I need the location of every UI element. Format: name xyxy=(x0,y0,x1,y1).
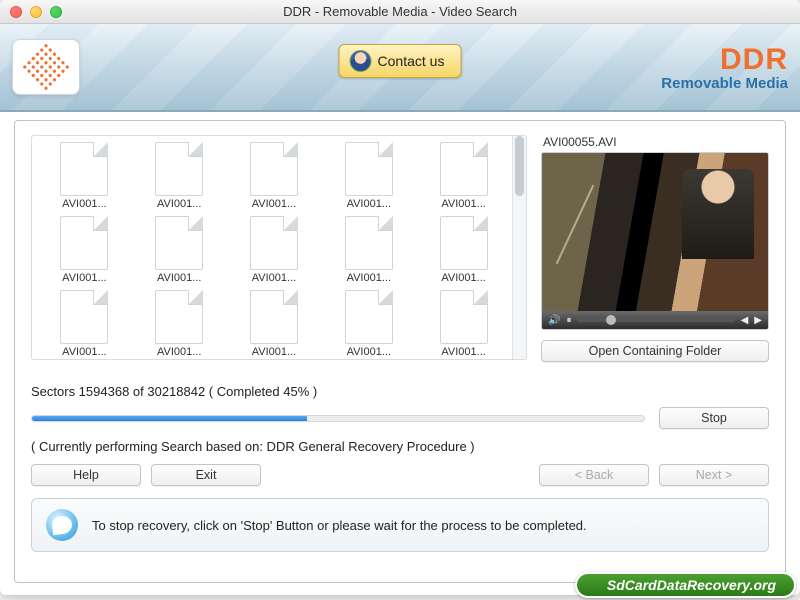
stop-button[interactable]: Stop xyxy=(659,407,769,429)
file-item[interactable]: AVI001... xyxy=(230,290,319,358)
file-icon xyxy=(440,142,488,196)
file-icon xyxy=(440,290,488,344)
file-item[interactable]: AVI001... xyxy=(324,290,413,358)
file-name: AVI001... xyxy=(135,198,224,210)
brand-block: DDR Removable Media xyxy=(661,43,788,92)
file-item[interactable]: AVI001... xyxy=(135,216,224,284)
open-containing-folder-button[interactable]: Open Containing Folder xyxy=(541,340,769,362)
file-icon xyxy=(345,290,393,344)
file-scrollbar[interactable] xyxy=(512,136,526,359)
file-name: AVI001... xyxy=(419,198,508,210)
minimize-icon[interactable] xyxy=(30,6,42,18)
next-button[interactable]: Next > xyxy=(659,464,769,486)
file-name: AVI001... xyxy=(230,346,319,358)
file-name: AVI001... xyxy=(40,272,129,284)
file-item[interactable]: AVI001... xyxy=(135,142,224,210)
file-icon xyxy=(345,216,393,270)
file-item[interactable]: AVI001... xyxy=(230,216,319,284)
bottom-buttons: Help Exit < Back Next > xyxy=(31,464,769,486)
back-button[interactable]: < Back xyxy=(539,464,649,486)
file-name: AVI001... xyxy=(324,198,413,210)
file-item[interactable]: AVI001... xyxy=(419,216,508,284)
file-item[interactable]: AVI001... xyxy=(230,142,319,210)
file-item[interactable]: AVI001... xyxy=(40,142,129,210)
file-icon xyxy=(60,142,108,196)
titlebar: DDR - Removable Media - Video Search xyxy=(0,0,800,24)
status-line: ( Currently performing Search based on: … xyxy=(31,439,769,454)
file-name: AVI001... xyxy=(135,272,224,284)
video-controls: 🔊 ⏸ ◀ ▶ xyxy=(542,311,768,329)
file-icon xyxy=(60,290,108,344)
file-item[interactable]: AVI001... xyxy=(135,290,224,358)
file-icon xyxy=(155,290,203,344)
progress-bar xyxy=(31,415,645,422)
info-icon xyxy=(46,509,78,541)
file-name: AVI001... xyxy=(40,198,129,210)
header-band: Contact us DDR Removable Media xyxy=(0,24,800,112)
brand-sub: Removable Media xyxy=(661,75,788,92)
hint-text: To stop recovery, click on 'Stop' Button… xyxy=(92,518,587,533)
scrollbar-thumb[interactable] xyxy=(515,136,524,196)
preview-box: 🔊 ⏸ ◀ ▶ xyxy=(541,152,769,330)
zoom-icon[interactable] xyxy=(50,6,62,18)
preview-filename: AVI00055.AVI xyxy=(541,135,769,149)
app-logo xyxy=(12,39,80,95)
next-icon[interactable]: ▶ xyxy=(754,315,762,326)
file-icon xyxy=(250,290,298,344)
file-icon xyxy=(345,142,393,196)
file-icon xyxy=(250,142,298,196)
file-item[interactable]: AVI001... xyxy=(419,290,508,358)
exit-button[interactable]: Exit xyxy=(151,464,261,486)
file-item[interactable]: AVI001... xyxy=(40,216,129,284)
file-name: AVI001... xyxy=(230,198,319,210)
brand-main: DDR xyxy=(661,43,788,77)
seek-bar[interactable] xyxy=(577,318,734,322)
contact-us-button[interactable]: Contact us xyxy=(339,44,462,78)
progress-section: Sectors 1594368 of 30218842 ( Completed … xyxy=(31,384,769,454)
file-name: AVI001... xyxy=(230,272,319,284)
file-name: AVI001... xyxy=(324,272,413,284)
body-area: AVI001... AVI001... AVI001... AVI001... AVI0… xyxy=(14,120,786,583)
pause-icon[interactable]: ⏸ xyxy=(566,315,571,326)
prev-icon[interactable]: ◀ xyxy=(741,315,749,326)
file-icon xyxy=(155,216,203,270)
file-list-pane: AVI001... AVI001... AVI001... AVI001... AVI0… xyxy=(31,135,527,360)
progress-fill xyxy=(32,416,307,421)
file-item[interactable]: AVI001... xyxy=(324,216,413,284)
file-icon xyxy=(155,142,203,196)
file-name: AVI001... xyxy=(419,346,508,358)
app-window: DDR - Removable Media - Video Search Con… xyxy=(0,0,800,595)
window-controls xyxy=(10,6,62,18)
preview-image xyxy=(542,153,768,311)
file-item[interactable]: AVI001... xyxy=(40,290,129,358)
file-name: AVI001... xyxy=(324,346,413,358)
file-name: AVI001... xyxy=(40,346,129,358)
hint-box: To stop recovery, click on 'Stop' Button… xyxy=(31,498,769,552)
progress-label: Sectors 1594368 of 30218842 ( Completed … xyxy=(31,384,769,399)
file-item[interactable]: AVI001... xyxy=(419,142,508,210)
volume-icon[interactable]: 🔊 xyxy=(548,315,560,326)
file-name: AVI001... xyxy=(135,346,224,358)
file-icon xyxy=(250,216,298,270)
logo-diamond-icon xyxy=(21,42,72,93)
file-item[interactable]: AVI001... xyxy=(324,142,413,210)
help-button[interactable]: Help xyxy=(31,464,141,486)
contact-avatar-icon xyxy=(350,50,372,72)
watermark: SdCardDataRecovery.org xyxy=(575,572,796,598)
file-icon xyxy=(60,216,108,270)
close-icon[interactable] xyxy=(10,6,22,18)
contact-label: Contact us xyxy=(378,53,445,69)
window-title: DDR - Removable Media - Video Search xyxy=(0,4,800,19)
file-name: AVI001... xyxy=(419,272,508,284)
file-icon xyxy=(440,216,488,270)
